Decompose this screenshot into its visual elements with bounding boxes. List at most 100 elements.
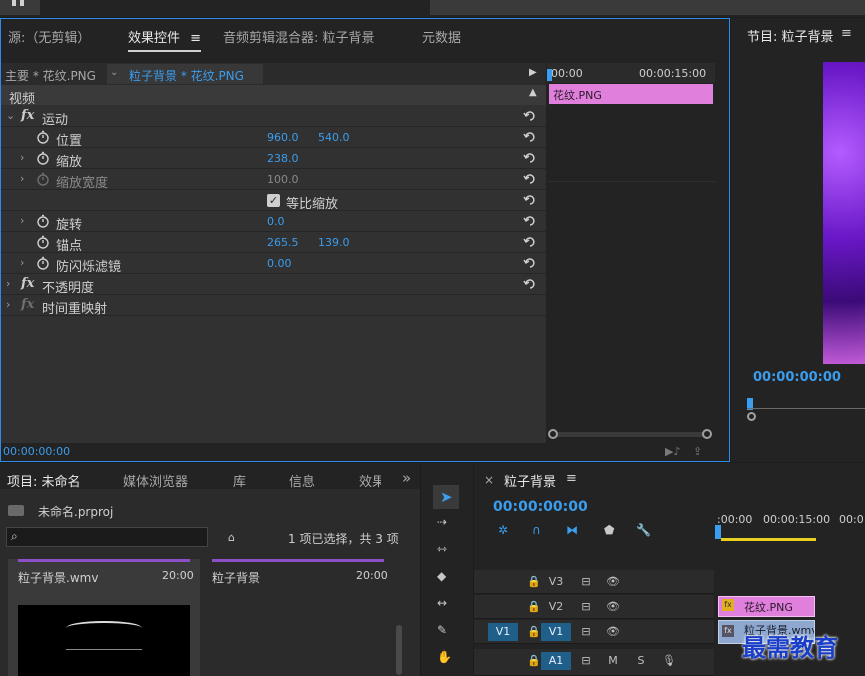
sequence-timecode[interactable]: 00:00:00:00	[493, 499, 588, 515]
stopwatch-icon[interactable]	[36, 130, 50, 144]
sequence-ruler[interactable]: :00:00 00:00:15:00 00:0	[715, 511, 865, 541]
effect-row-scale[interactable]: › 缩放 238.0	[1, 148, 546, 170]
effect-timeline-ruler[interactable]: 00:00 00:00:15:00	[547, 63, 715, 83]
reset-icon[interactable]	[523, 130, 537, 144]
project-search-input[interactable]: ⌕	[6, 527, 208, 547]
reset-icon[interactable]	[523, 256, 537, 270]
tab-project[interactable]: 项目: 未命名	[7, 471, 81, 496]
rotation-value[interactable]: 0.0	[267, 215, 285, 228]
work-area-bar[interactable]	[721, 538, 816, 541]
program-monitor-title[interactable]: 节目: 粒子背景	[747, 26, 834, 45]
chevron-right-icon[interactable]: ›	[20, 214, 24, 227]
slip-icon[interactable]: ↔	[437, 596, 447, 610]
sync-lock-icon[interactable]: ⊟	[571, 573, 601, 591]
clip-v2-png[interactable]: fx 花纹.PNG	[718, 596, 815, 617]
chevron-right-icon[interactable]: ›	[6, 298, 10, 311]
ripple-edit-icon[interactable]: ⇿	[437, 542, 447, 556]
hand-icon[interactable]: ✋	[437, 650, 452, 664]
program-zoom-handle[interactable]	[747, 412, 756, 421]
stopwatch-icon[interactable]	[36, 256, 50, 270]
anti-flicker-value[interactable]: 0.00	[267, 257, 292, 270]
effect-row-anchor-point[interactable]: 锚点 265.5 139.0	[1, 232, 546, 254]
reset-icon[interactable]	[523, 172, 537, 186]
track-name[interactable]: A1	[541, 652, 571, 670]
tabs-overflow-icon[interactable]: »	[402, 469, 411, 487]
sequence-title[interactable]: 粒子背景	[504, 471, 556, 490]
collapse-up-icon[interactable]: ▲	[529, 87, 537, 98]
project-scrollbar[interactable]	[396, 625, 402, 675]
fx-badge-icon[interactable]: fx	[21, 108, 34, 123]
tab-info[interactable]: 信息	[289, 471, 315, 490]
export-icon[interactable]: ⇪	[693, 445, 702, 458]
new-bin-icon[interactable]: ⌂	[228, 531, 235, 544]
wrench-icon[interactable]: 🔧	[636, 523, 651, 537]
track-name[interactable]: V3	[541, 573, 571, 591]
mute-button[interactable]: M	[598, 652, 628, 670]
effect-row-opacity[interactable]: › fx 不透明度	[1, 274, 546, 296]
play-audio-icon[interactable]: ▶♪	[665, 445, 680, 458]
sequence-playhead[interactable]	[715, 525, 721, 539]
sync-lock-icon[interactable]: ⊟	[571, 598, 601, 616]
sync-lock-icon[interactable]: ⊟	[571, 623, 601, 641]
effect-row-time-remapping[interactable]: › fx 时间重映射	[1, 295, 546, 317]
close-icon[interactable]: ×	[484, 473, 494, 487]
solo-button[interactable]: S	[626, 652, 656, 670]
track-name[interactable]: V1	[541, 623, 571, 641]
tab-metadata[interactable]: 元数据	[422, 27, 461, 46]
add-marker-icon[interactable]: ⧓	[566, 523, 578, 537]
stopwatch-icon[interactable]	[36, 235, 50, 249]
stopwatch-icon[interactable]	[36, 151, 50, 165]
eye-icon[interactable]: 👁	[598, 623, 628, 641]
reset-icon[interactable]	[523, 235, 537, 249]
footer-timecode[interactable]: 00:00:00:00	[3, 445, 70, 458]
anchor-x-value[interactable]: 265.5	[267, 236, 299, 249]
effect-row-scale-width[interactable]: › 缩放宽度 100.0	[1, 169, 546, 191]
chevron-right-icon[interactable]: ›	[20, 151, 24, 164]
effect-row-position[interactable]: 位置 960.0 540.0	[1, 127, 546, 149]
linked-selection-icon[interactable]: ∩	[532, 523, 541, 537]
panel-menu-icon[interactable]: ≡	[190, 31, 201, 46]
position-x-value[interactable]: 960.0	[267, 131, 299, 144]
tab-media-browser[interactable]: 媒体浏览器	[123, 471, 188, 490]
track-name[interactable]: V2	[541, 598, 571, 616]
track-select-icon[interactable]: ⇢	[437, 515, 447, 529]
reset-icon[interactable]	[523, 277, 537, 291]
timeline-clip-bar[interactable]: 花纹.PNG	[549, 84, 713, 104]
effect-row-rotation[interactable]: › 旋转 0.0	[1, 211, 546, 233]
chevron-down-icon[interactable]: ⌄	[6, 109, 15, 122]
position-y-value[interactable]: 540.0	[318, 131, 350, 144]
reset-icon[interactable]	[523, 193, 537, 207]
stopwatch-icon[interactable]	[36, 214, 50, 228]
razor-icon[interactable]: ◆	[437, 569, 446, 583]
sync-lock-icon[interactable]: ⊟	[571, 652, 601, 670]
program-timecode[interactable]: 00:00:00:00	[753, 370, 841, 385]
marker-icon[interactable]: ⬟	[604, 523, 614, 537]
pause-icon[interactable]	[12, 0, 16, 6]
tab-effect-controls[interactable]: 效果控件 ≡	[128, 27, 202, 52]
anchor-y-value[interactable]: 139.0	[318, 236, 350, 249]
pen-icon[interactable]: ✎	[437, 623, 447, 637]
reset-icon[interactable]	[523, 151, 537, 165]
panel-menu-icon[interactable]: ≡	[566, 471, 577, 486]
uniform-scale-checkbox[interactable]: ✓	[267, 194, 280, 207]
fx-badge-icon[interactable]: fx	[21, 276, 34, 291]
reset-icon[interactable]	[523, 214, 537, 228]
playhead-marker[interactable]	[547, 69, 552, 81]
timeline-zoom-scrollbar[interactable]	[551, 432, 711, 437]
selection-tool-button[interactable]: ➤	[433, 485, 459, 509]
effect-row-motion[interactable]: ⌄ fx 运动	[1, 106, 546, 128]
tab-source[interactable]: 源:（无剪辑）	[8, 27, 90, 46]
play-triangle-icon[interactable]: ▶	[529, 67, 537, 78]
project-item-card[interactable]: 粒子背景.wmv 20:00	[8, 559, 200, 676]
program-time-ruler[interactable]	[747, 408, 865, 409]
chevron-right-icon[interactable]: ›	[20, 172, 24, 185]
sequence-clip-selector[interactable]: ⌄ 粒子背景 * 花纹.PNG	[107, 64, 263, 84]
zoom-handle-left[interactable]	[548, 429, 558, 439]
tab-audio-clip-mixer[interactable]: 音频剪辑混合器: 粒子背景	[223, 27, 375, 46]
eye-icon[interactable]: 👁	[598, 573, 628, 591]
panel-menu-icon[interactable]: ≡	[841, 26, 852, 41]
snap-icon[interactable]: ✲	[498, 523, 508, 537]
project-item-card[interactable]: 粒子背景 20:00	[202, 559, 394, 676]
reset-icon[interactable]	[523, 109, 537, 123]
zoom-handle-right[interactable]	[702, 429, 712, 439]
